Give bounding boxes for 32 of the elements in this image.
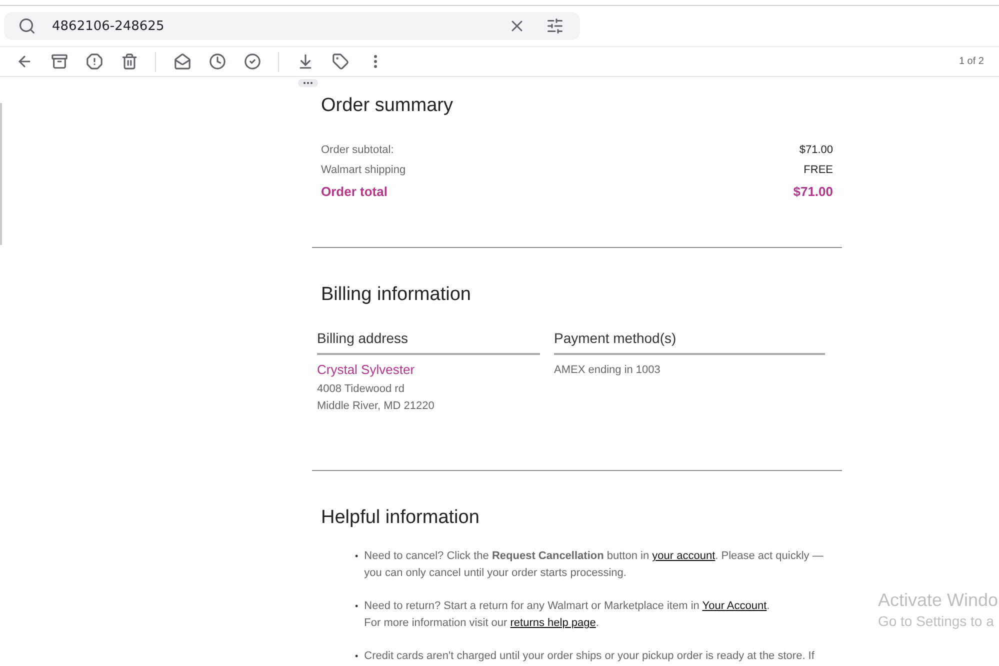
info-paragraph: Credit cards aren't charged until your order ships or your pickup order is ready at the store. If <box>364 649 814 664</box>
search-icon <box>18 17 36 36</box>
account-link[interactable]: your account <box>652 550 716 562</box>
bullet: • <box>355 600 358 613</box>
activation-title: Activate Windo <box>878 590 998 611</box>
info-paragraph: For more information visit our returns help page. <box>364 616 600 631</box>
info-paragraph: Need to return? Start a return for any Walmart or Marketplace item in Your Account. <box>364 599 770 614</box>
summary-value: $71.00 <box>799 144 833 156</box>
bullet: • <box>355 550 358 563</box>
address-line: 4008 Tidewood rd <box>317 382 406 397</box>
column-heading: Billing address <box>317 330 540 355</box>
summary-label: Walmart shipping <box>321 164 406 176</box>
column-heading: Payment method(s) <box>554 330 825 355</box>
summary-value: FREE <box>804 164 833 176</box>
section-title: Helpful information <box>320 507 480 529</box>
section-title: Order summary <box>320 95 454 117</box>
show-trimmed-content-button[interactable] <box>298 79 318 87</box>
summary-value: $71.00 <box>793 184 833 199</box>
account-link[interactable]: returns help page <box>510 617 596 629</box>
payment-method: AMEX ending in 1003 <box>554 363 662 378</box>
page-counter: 1 of 2 <box>958 56 984 68</box>
section-title: Billing information <box>320 284 472 306</box>
account-link[interactable]: Your Account <box>702 600 767 612</box>
info-paragraph: Need to cancel? Click the Request Cancellation button in your account. Please act quickly — you can only cancel until your order starts processing. <box>364 549 824 581</box>
address-line: Middle River, MD 21220 <box>317 399 436 414</box>
summary-label: Order total <box>321 184 388 199</box>
customer-name: Crystal Sylvester <box>317 362 416 377</box>
bullet: • <box>355 650 358 663</box>
activation-subtitle: Go to Settings to a <box>878 613 995 629</box>
search-field[interactable]: 4862106-248625 <box>4 12 580 40</box>
search-input[interactable]: 4862106-248625 <box>52 18 490 34</box>
summary-label: Order subtotal: <box>321 144 394 156</box>
